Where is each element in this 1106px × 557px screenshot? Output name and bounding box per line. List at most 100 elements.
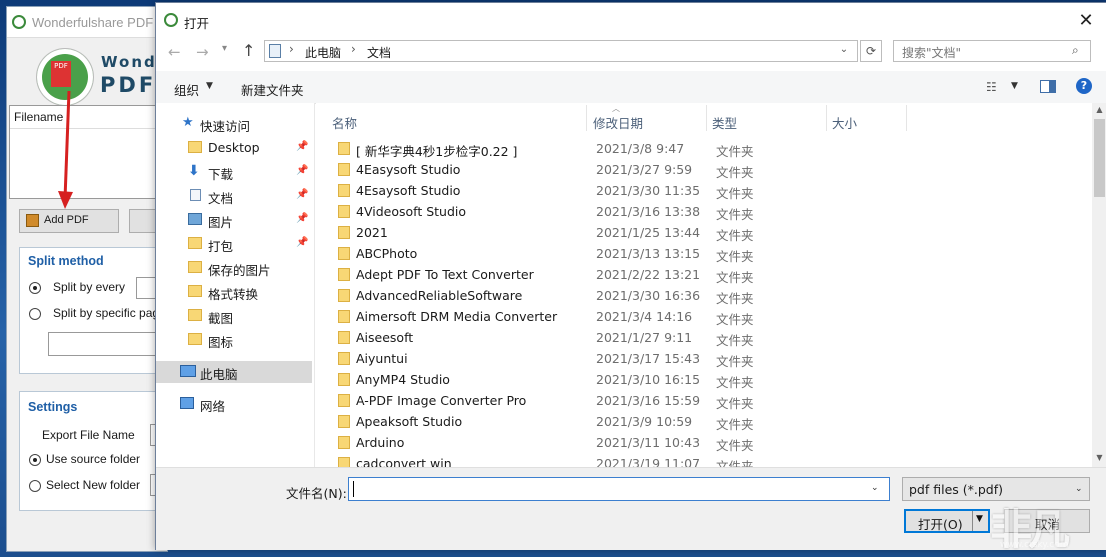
file-name: 2021 (356, 225, 388, 240)
forward-arrow-icon[interactable]: → (196, 43, 212, 61)
nav-item-label: 图标 (208, 335, 234, 350)
close-button[interactable]: ✕ (1072, 9, 1100, 33)
scrollbar-thumb[interactable] (1094, 119, 1105, 197)
file-row[interactable]: A-PDF Image Converter Pro 2021/3/16 15:59… (316, 390, 1086, 411)
file-row[interactable]: cadconvert win 2021/3/19 11:07 文件夹 (316, 453, 1086, 467)
file-type: 文件夹 (716, 438, 754, 453)
file-row[interactable]: Apeaksoft Studio 2021/3/9 10:59 文件夹 (316, 411, 1086, 432)
file-type: 文件夹 (716, 165, 754, 180)
file-row[interactable]: Aimersoft DRM Media Converter 2021/3/4 14… (316, 306, 1086, 327)
network-icon (180, 397, 194, 409)
breadcrumb-documents[interactable]: 文档 (367, 44, 391, 61)
nav-item-desktop[interactable]: Desktop 📌 (156, 137, 312, 159)
dialog-footer: 文件名(N): ⌄ pdf files (*.pdf) ⌄ 打开(O) ▼ 取消 (156, 467, 1106, 550)
nav-item-icons[interactable]: 图标 (156, 329, 312, 351)
folder-icon (338, 163, 350, 176)
open-button[interactable]: 打开(O) ▼ (904, 509, 990, 533)
file-date: 2021/3/17 15:43 (596, 351, 701, 366)
chevron-down-icon[interactable]: ▼ (976, 514, 983, 524)
file-row[interactable]: Aiyuntui 2021/3/17 15:43 文件夹 (316, 348, 1086, 369)
split-by-every-radio[interactable] (29, 282, 41, 294)
scroll-down-arrow-icon[interactable]: ▼ (1092, 453, 1106, 465)
file-name: Aiseesoft (356, 330, 414, 345)
recent-locations-chevron-icon[interactable]: ▾ (222, 43, 234, 59)
column-header-size[interactable]: 大小 (832, 113, 857, 132)
column-divider[interactable] (586, 105, 587, 131)
file-row[interactable]: 4Easysoft Studio 2021/3/27 9:59 文件夹 (316, 159, 1086, 180)
nav-item-downloads[interactable]: ⬇ 下载 📌 (156, 161, 312, 183)
use-source-folder-radio[interactable] (29, 454, 41, 466)
nav-item-quick-access[interactable]: ★ 快速访问 (156, 113, 312, 135)
select-new-folder-radio[interactable] (29, 480, 41, 492)
view-options-icon[interactable]: ☷ (986, 80, 1004, 94)
breadcrumb-separator[interactable]: › (289, 42, 294, 56)
nav-item-this-pc[interactable]: 此电脑 (156, 361, 312, 383)
file-list: ︿ 名称 修改日期 类型 大小 [ 新华字典4秒1步检字0.22 ] 2021/3… (316, 103, 1106, 467)
chevron-down-icon[interactable]: ⌄ (1075, 484, 1083, 494)
file-row[interactable]: AnyMP4 Studio 2021/3/10 16:15 文件夹 (316, 369, 1086, 390)
scroll-up-arrow-icon[interactable]: ▲ (1092, 105, 1106, 117)
up-arrow-icon[interactable]: ↑ (242, 41, 258, 60)
file-row[interactable]: Aiseesoft 2021/1/27 9:11 文件夹 (316, 327, 1086, 348)
file-type: 文件夹 (716, 291, 754, 306)
file-date: 2021/3/16 13:38 (596, 204, 701, 219)
file-row[interactable]: Arduino 2021/3/11 10:43 文件夹 (316, 432, 1086, 453)
text-caret (353, 481, 354, 497)
nav-item-format-conversion[interactable]: 格式转换 (156, 281, 312, 303)
file-name: 4Easysoft Studio (356, 162, 461, 177)
chevron-down-icon[interactable]: ▼ (1011, 81, 1018, 91)
nav-item-package[interactable]: 打包 📌 (156, 233, 312, 255)
pictures-icon (188, 213, 202, 225)
file-date: 2021/3/4 14:16 (596, 309, 693, 324)
organize-menu-button[interactable]: 组织 (174, 80, 199, 99)
file-row[interactable]: 4Videosoft Studio 2021/3/16 13:38 文件夹 (316, 201, 1086, 222)
chevron-down-icon[interactable]: ⌄ (871, 483, 879, 493)
nav-item-documents[interactable]: 文档 📌 (156, 185, 312, 207)
file-name: AnyMP4 Studio (356, 372, 450, 387)
column-header-date[interactable]: 修改日期 (593, 113, 643, 132)
nav-item-label: 下载 (208, 167, 234, 182)
split-by-specific-radio[interactable] (29, 308, 41, 320)
filename-input[interactable]: ⌄ (348, 477, 890, 501)
settings-title: Settings (28, 400, 78, 414)
address-dropdown-icon[interactable]: ⌄ (837, 44, 851, 58)
new-folder-button[interactable]: 新建文件夹 (241, 80, 304, 99)
folder-icon (338, 142, 350, 155)
background-app-window: Wonderfulshare PDF PDF Wonde PDF S Filen… (6, 6, 182, 552)
chevron-down-icon[interactable]: ▼ (206, 81, 213, 91)
vertical-scrollbar[interactable]: ▲ ▼ (1092, 103, 1106, 467)
column-divider[interactable] (906, 105, 907, 131)
filename-column-header[interactable]: Filename (14, 110, 63, 124)
background-app-title: Wonderfulshare PDF (32, 15, 154, 30)
breadcrumb-separator[interactable]: › (351, 42, 356, 56)
dialog-app-icon (164, 13, 178, 27)
search-input[interactable]: 搜索"文档" ⌕ (893, 40, 1091, 62)
file-date: 2021/1/27 9:11 (596, 330, 693, 345)
search-icon[interactable]: ⌕ (1072, 43, 1086, 57)
address-bar[interactable]: › 此电脑 › 文档 ⌄ (264, 40, 858, 62)
preview-pane-icon[interactable] (1040, 80, 1056, 93)
file-name: Apeaksoft Studio (356, 414, 463, 429)
column-divider[interactable] (826, 105, 827, 131)
file-row[interactable]: 4Esaysoft Studio 2021/3/30 11:35 文件夹 (316, 180, 1086, 201)
nav-item-saved-pictures[interactable]: 保存的图片 (156, 257, 312, 279)
nav-item-network[interactable]: 网络 (156, 393, 312, 415)
refresh-icon[interactable]: ⟳ (860, 40, 882, 62)
breadcrumb-this-pc[interactable]: 此电脑 (305, 44, 341, 61)
file-row[interactable]: AdvancedReliableSoftware 2021/3/30 16:36 文… (316, 285, 1086, 306)
nav-item-screenshots[interactable]: 截图 (156, 305, 312, 327)
back-arrow-icon[interactable]: ← (168, 43, 184, 61)
folder-icon (338, 310, 350, 323)
nav-item-pictures[interactable]: 图片 📌 (156, 209, 312, 231)
add-pdf-button[interactable]: Add PDF (19, 209, 119, 233)
file-row[interactable]: ABCPhoto 2021/3/13 13:15 文件夹 (316, 243, 1086, 264)
column-header-name[interactable]: 名称 (332, 113, 357, 132)
help-icon[interactable]: ? (1076, 78, 1092, 94)
file-row[interactable]: [ 新华字典4秒1步检字0.22 ] 2021/3/8 9:47 文件夹 (316, 138, 1086, 159)
column-header-type[interactable]: 类型 (712, 113, 737, 132)
file-name: Arduino (356, 435, 405, 450)
column-divider[interactable] (706, 105, 707, 131)
dialog-titlebar[interactable]: 打开 ✕ (156, 3, 1106, 39)
file-row[interactable]: Adept PDF To Text Converter 2021/2/22 13:… (316, 264, 1086, 285)
file-row[interactable]: 2021 2021/1/25 13:44 文件夹 (316, 222, 1086, 243)
